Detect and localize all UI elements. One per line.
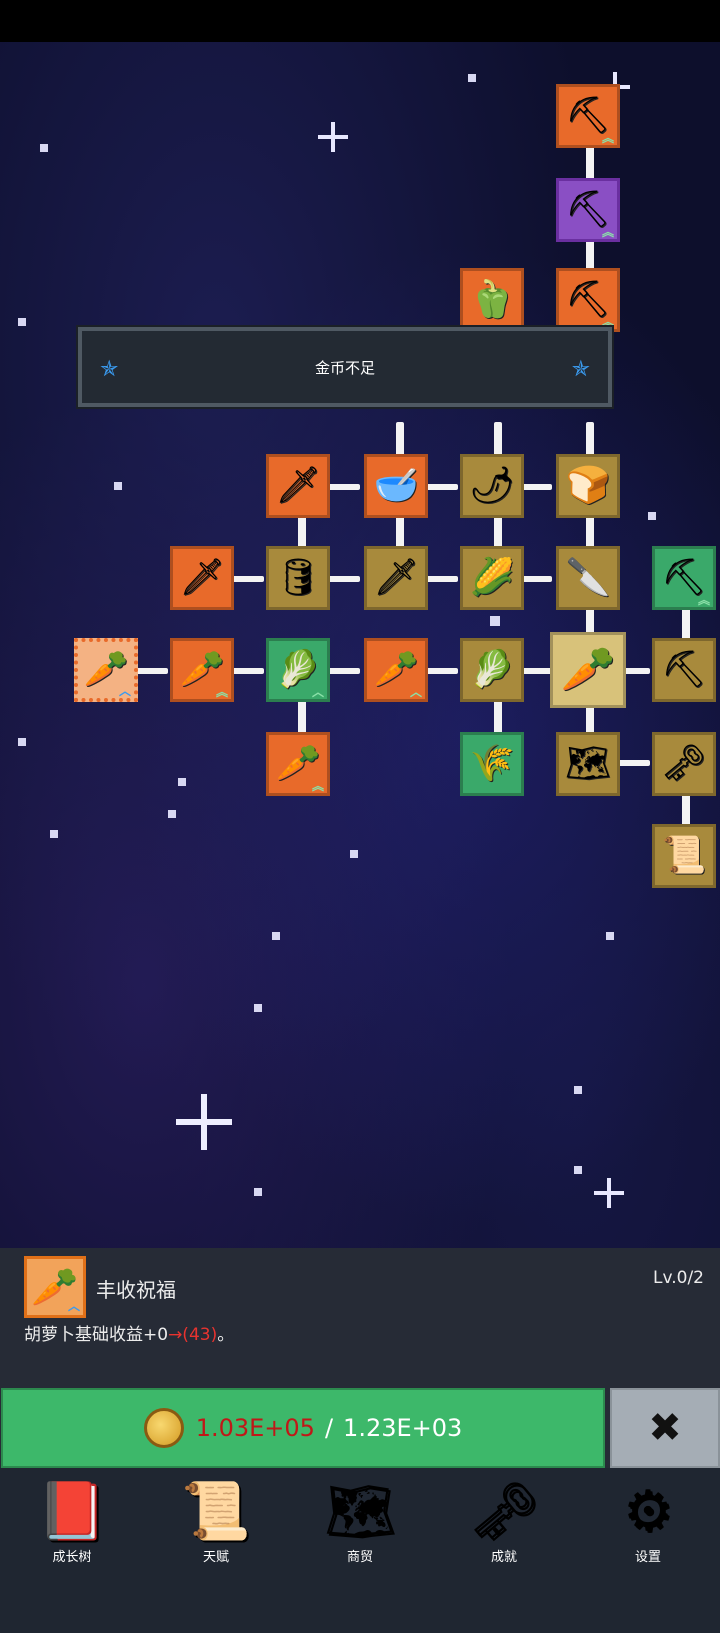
skill-detail-panel: 🥕 ︿ 丰收祝福 Lv.0/2 胡萝卜基础收益+0→(43)。 (0, 1248, 720, 1388)
tree-link (494, 514, 502, 550)
upgrade-button[interactable]: 1.03E+05 / 1.23E+03 (1, 1388, 605, 1468)
star (468, 74, 476, 82)
pickaxe-icon[interactable]: ⛏ ︽ (652, 546, 716, 610)
map-icon: 🗺 (324, 1479, 396, 1544)
nav-talent[interactable]: 📜 天赋 (144, 1468, 288, 1633)
desc-next-value: →(43) (168, 1325, 218, 1345)
barrel-icon[interactable]: 🛢 (266, 546, 330, 610)
corn-icon[interactable]: 🌽 (460, 546, 524, 610)
star (272, 932, 280, 940)
star (18, 738, 26, 746)
nav-label: 成长树 (52, 1550, 92, 1565)
tree-link (396, 422, 404, 458)
gold-owned: 1.03E+05 (195, 1414, 315, 1442)
star (178, 778, 186, 786)
tree-link (586, 422, 594, 458)
golden-sword-icon[interactable]: 🗡 (266, 454, 330, 518)
map-icon[interactable]: 🗺 (556, 732, 620, 796)
tree-link (298, 700, 306, 736)
carrot-icon[interactable]: 🥕 ︽ (170, 638, 234, 702)
star (40, 144, 48, 152)
star (168, 810, 176, 818)
star (350, 850, 358, 858)
star (606, 932, 614, 940)
tree-link (298, 514, 306, 550)
carrot-icon[interactable]: 🥕 (550, 632, 626, 708)
upgrade-bar: 1.03E+05 / 1.23E+03 ✖ (0, 1388, 720, 1468)
nav-label: 天赋 (202, 1550, 229, 1565)
desc-text: 胡萝卜基础收益+0 (24, 1325, 169, 1345)
book-icon: 📕 (37, 1479, 107, 1544)
skill-tree-canvas[interactable]: ⛏ ︽ ⛏ ︽ 🫑 ⛏ ︽ 🗡 🥣 🌶 🍞 🗡 🛢 🗡 🌽 🔪 ⛏ ︽ 🥕 ︿ 🥕 ︽ 🥬 ︿… (0, 42, 720, 1300)
carrot-icon: 🥕 ︿ (24, 1256, 86, 1318)
scroll-icon: 📜 (181, 1479, 251, 1544)
wooden-bowl-icon[interactable]: 🥣 (364, 454, 428, 518)
carrot-icon[interactable]: 🥕 ︿ (74, 638, 138, 702)
bell-pepper-icon[interactable]: 🫑 (460, 268, 524, 332)
close-button[interactable]: ✖ (610, 1388, 720, 1468)
tree-link (586, 146, 594, 182)
pickaxe-icon[interactable]: ⛏ (652, 638, 716, 702)
tree-link (396, 514, 404, 550)
cabbage-icon[interactable]: 🥬 ︿ (266, 638, 330, 702)
shovel-icon[interactable]: ⛏ ︽ (556, 84, 620, 148)
star (574, 1166, 582, 1174)
carrot-icon[interactable]: 🥕 ︿ (364, 638, 428, 702)
star (254, 1004, 262, 1012)
status-bar (0, 0, 720, 42)
tree-link (494, 422, 502, 458)
star-icon: ✯ (100, 357, 119, 382)
desc-suffix: 。 (217, 1325, 235, 1345)
upgrade-cost: 1.23E+03 (343, 1414, 463, 1442)
star (114, 482, 122, 490)
gear-icon: ⚙ (622, 1479, 674, 1544)
sparkle-star (176, 1094, 232, 1150)
cabbage-icon[interactable]: 🥬 (460, 638, 524, 702)
nav-trade[interactable]: 🗺 商贸 (288, 1468, 432, 1633)
star (648, 512, 656, 520)
toast-message: 金币不足 (314, 358, 375, 377)
skill-description: 胡萝卜基础收益+0→(43)。 (24, 1320, 234, 1345)
knife-icon[interactable]: 🔪 (556, 546, 620, 610)
shovel-icon[interactable]: ⛏ ︽ (556, 268, 620, 332)
nav-label: 商贸 (346, 1550, 373, 1565)
star (50, 830, 58, 838)
nav-settings[interactable]: ⚙ 设置 (576, 1468, 720, 1633)
bread-loaf-icon[interactable]: 🍞 (556, 454, 620, 518)
shovel-icon[interactable]: ⛏ ︽ (556, 178, 620, 242)
nav-label: 设置 (634, 1550, 661, 1565)
sword-icon[interactable]: 🗡 (170, 546, 234, 610)
star-icon: ✯ (571, 357, 590, 382)
carrot-icon[interactable]: 🥕 ︽ (266, 732, 330, 796)
bottom-nav: 📕 成长树 📜 天赋 🗺 商贸 🗝 成就 ⚙ 设置 (0, 1468, 720, 1633)
sparkle-star (594, 1178, 624, 1208)
skill-name: 丰收祝福 (96, 1278, 176, 1302)
gold-coin-icon (143, 1408, 184, 1448)
nav-achievements[interactable]: 🗝 成就 (432, 1468, 576, 1633)
tree-link (586, 514, 594, 550)
nav-growth-tree[interactable]: 📕 成长树 (0, 1468, 144, 1633)
nav-label: 成就 (490, 1550, 517, 1565)
key-icon[interactable]: 🗝 (652, 732, 716, 796)
sword-icon[interactable]: 🗡 (364, 546, 428, 610)
star (574, 1086, 582, 1094)
chili-pepper-icon[interactable]: 🌶 (460, 454, 524, 518)
tree-link (494, 700, 502, 736)
scroll-icon[interactable]: 📜 (652, 824, 716, 888)
skill-level: Lv.0/2 (653, 1268, 704, 1288)
cost-separator: / (324, 1414, 334, 1442)
star (490, 616, 500, 626)
sparkle-star (318, 122, 348, 152)
insufficient-gold-toast: ✯ 金币不足 ✯ (76, 325, 614, 409)
key-icon: 🗝 (468, 1479, 540, 1544)
wheat-sheaf-icon[interactable]: 🌾 (460, 732, 524, 796)
star (18, 318, 26, 326)
close-icon: ✖ (648, 1405, 682, 1451)
star (254, 1188, 262, 1196)
